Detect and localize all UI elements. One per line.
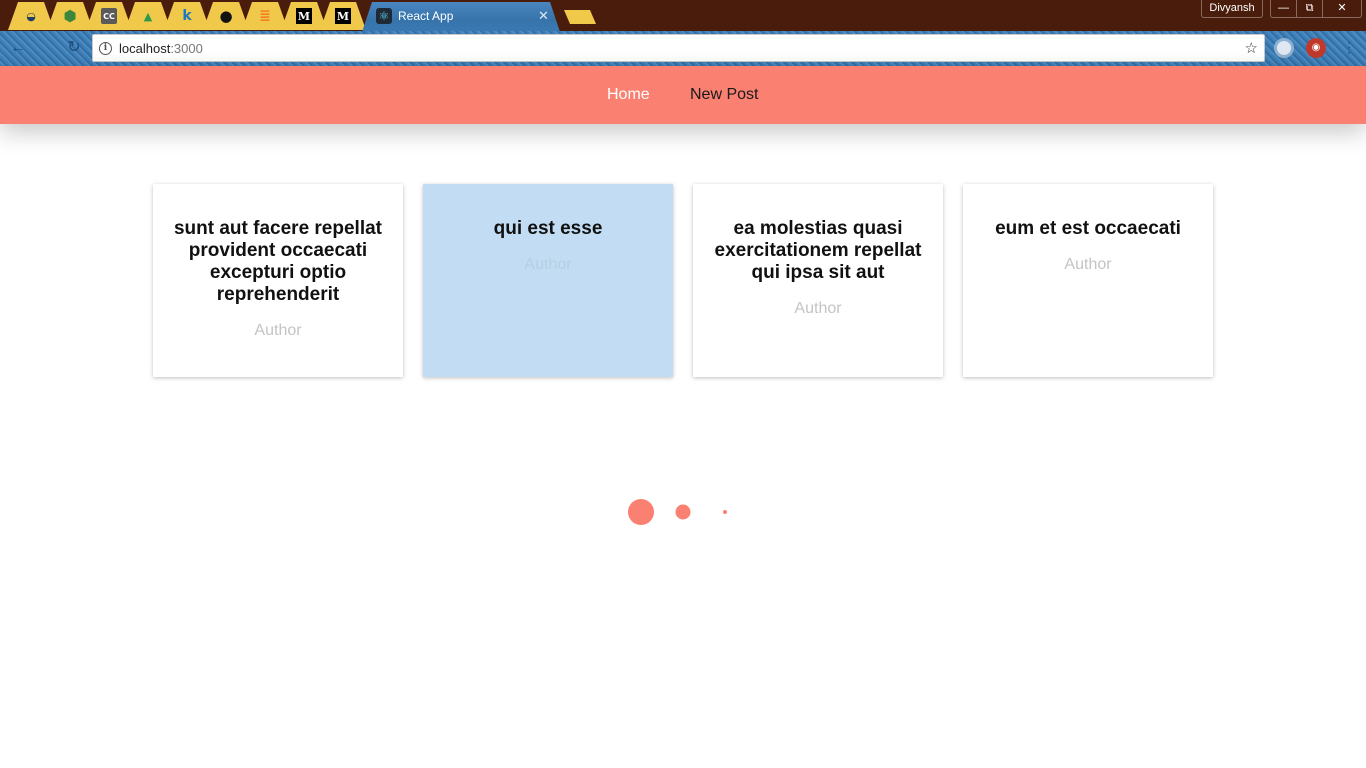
nav-new-post-link[interactable]: New Post [690,86,758,104]
post-card[interactable]: sunt aut facere repellat provident occae… [153,184,403,377]
new-tab-button[interactable] [564,10,596,24]
url-host: localhost [119,41,171,56]
post-card[interactable]: ea molestias quasi exercitationem repell… [693,184,943,377]
browser-tab[interactable]: ▲ [125,2,171,30]
extension-icon[interactable]: ◉ [1306,38,1326,58]
post-author: Author [794,300,842,317]
post-card[interactable]: qui est esse Author [423,184,673,377]
browser-titlebar: ◒ ⬢ CC ▲ k ● ≣ M M ⚛ React App ✕ Divyans… [0,0,1366,32]
app-icon-1: ◒ [26,9,36,23]
browser-menu-icon[interactable]: ⋮ [1342,39,1356,56]
minimize-button[interactable]: — [1270,0,1296,18]
post-author: Author [524,256,572,273]
browser-tab[interactable]: M [320,2,366,30]
browser-tab[interactable]: ≣ [242,2,288,30]
active-tab[interactable]: ⚛ React App ✕ [362,2,560,32]
loader-dot [675,504,691,520]
restore-button[interactable]: ⧉ [1296,0,1322,18]
loader-dot [723,510,727,514]
post-title: ea molestias quasi exercitationem repell… [714,218,922,283]
close-window-button[interactable]: ✕ [1322,0,1362,18]
k-icon: k [182,8,192,24]
tab-close-icon[interactable]: ✕ [538,8,549,24]
post-title: qui est esse [493,218,603,239]
medium-icon: M [335,8,351,24]
bookmark-star-icon[interactable]: ☆ [1245,39,1258,57]
post-title: sunt aut facere repellat provident occae… [173,218,383,305]
drive-icon: ▲ [143,9,153,23]
address-bar[interactable]: i localhost:3000 ☆ [92,34,1265,62]
medium-icon: M [296,8,312,24]
browser-tab[interactable]: ⬢ [47,2,93,30]
browser-tab[interactable]: CC [86,2,132,30]
browser-toolbar: ← ↻ i localhost:3000 ☆ ◉ ⋮ [0,31,1366,66]
app-navbar: Home New Post [0,66,1366,124]
post-title: eum et est occaecati [995,218,1181,239]
post-author: Author [254,322,302,339]
url-port: :3000 [170,41,203,56]
url-text: localhost:3000 [119,41,203,56]
post-card[interactable]: eum et est occaecati Author [963,184,1213,377]
browser-tab[interactable]: ◒ [8,2,54,30]
nav-home-link[interactable]: Home [607,86,650,104]
info-icon[interactable]: i [99,42,112,55]
cc-icon: CC [101,8,117,24]
browser-tab[interactable]: k [164,2,210,30]
browser-tab[interactable]: M [281,2,327,30]
back-arrow-icon[interactable]: ← [8,38,28,58]
profile-button[interactable]: Divyansh [1201,0,1263,18]
react-icon: ⚛ [376,8,392,24]
stackoverflow-icon: ≣ [259,8,271,24]
browser-tab[interactable]: ● [203,2,249,30]
extension-icon[interactable] [1274,38,1294,58]
nodejs-icon: ⬢ [63,7,77,25]
loader-dot [628,499,654,525]
tab-title: React App [398,9,454,23]
reload-icon[interactable]: ↻ [64,38,84,58]
post-author: Author [1064,256,1112,273]
github-icon: ● [219,7,233,25]
